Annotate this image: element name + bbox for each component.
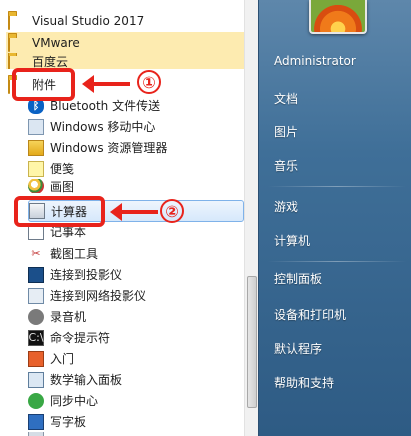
menu-item-label: 文档 — [274, 91, 299, 106]
item-label: 记事本 — [50, 226, 87, 239]
menu-item-label: 图片 — [274, 124, 299, 139]
menu-item-label: 控制面板 — [274, 271, 323, 286]
item-sync-center[interactable]: 同步中心 — [28, 390, 244, 411]
menu-item-label: 游戏 — [274, 199, 299, 214]
folder-icon — [8, 54, 24, 69]
menu-item-label: 计算机 — [274, 233, 311, 248]
item-mobility-center[interactable]: Windows 移动中心 — [28, 116, 244, 137]
wordpad-icon — [28, 413, 44, 430]
notepad-icon — [28, 226, 44, 240]
item-label: Windows 资源管理器 — [50, 141, 168, 155]
arrow-left-icon — [82, 75, 130, 93]
item-projector[interactable]: 连接到投影仪 — [28, 264, 244, 285]
explorer-icon — [28, 139, 44, 156]
menu-item-help-support[interactable]: 帮助和支持 — [268, 370, 406, 394]
menu-separator — [268, 186, 406, 187]
mobility-center-icon — [28, 118, 44, 135]
snipping-tool-icon: ✂ — [31, 247, 41, 260]
item-label: 连接到投影仪 — [50, 268, 123, 282]
folder-label: VMware — [32, 35, 80, 50]
callout-box-accessories — [12, 68, 75, 101]
item-label: 画图 — [50, 179, 75, 194]
item-getting-started[interactable]: 入门 — [28, 348, 244, 369]
scrollbar-thumb[interactable] — [247, 276, 257, 408]
menu-item-control-panel[interactable]: 控制面板 — [268, 266, 406, 290]
folder-icon — [8, 13, 24, 30]
sticky-notes-icon — [28, 160, 44, 177]
menu-item-default-programs[interactable]: 默认程序 — [268, 336, 406, 360]
item-math-input[interactable]: 数学输入面板 — [28, 369, 244, 390]
item-label: 录音机 — [50, 310, 87, 324]
item-label: 截图工具 — [50, 247, 99, 261]
step-number-1: ① — [137, 70, 161, 94]
right-menu-pane: Administrator 文档 图片 音乐 游戏 计算机 控制面板 设备和打印… — [258, 0, 411, 436]
folder-label: Visual Studio 2017 — [32, 13, 145, 28]
menu-item-devices-printers[interactable]: 设备和打印机 — [268, 302, 406, 326]
item-paint[interactable]: 画图 — [28, 179, 244, 193]
item-label: Windows 移动中心 — [50, 120, 156, 134]
math-input-icon — [28, 371, 44, 388]
user-picture[interactable] — [309, 0, 367, 34]
callout-box-calculator — [14, 196, 105, 227]
menu-item-pictures[interactable]: 图片 — [268, 119, 406, 143]
item-label: 入门 — [50, 352, 75, 366]
item-sticky-notes[interactable]: 便笺 — [28, 158, 244, 179]
item-label: 连接到网络投影仪 — [50, 289, 147, 303]
item-label: 便笺 — [50, 162, 75, 176]
program-icon — [28, 432, 44, 436]
menu-item-music[interactable]: 音乐 — [268, 153, 406, 177]
sync-center-icon — [28, 392, 44, 409]
item-label: 命令提示符 — [50, 331, 111, 345]
item-command-prompt[interactable]: C:\ 命令提示符 — [28, 327, 244, 348]
programs-scrollbar[interactable] — [244, 0, 258, 436]
menu-separator — [268, 261, 406, 262]
menu-item-label: 默认程序 — [274, 341, 323, 356]
item-next-partial — [28, 432, 244, 436]
item-label: 数学输入面板 — [50, 373, 123, 387]
folder-label: 百度云 — [32, 54, 69, 69]
menu-item-administrator[interactable]: Administrator — [268, 49, 406, 73]
item-notepad[interactable]: 记事本 — [28, 226, 244, 240]
arrow-left-icon — [110, 203, 158, 221]
step-number-2: ② — [160, 199, 184, 223]
item-sound-recorder[interactable]: 录音机 — [28, 306, 244, 327]
item-snipping-tool[interactable]: ✂ 截图工具 — [28, 243, 244, 264]
item-wordpad[interactable]: 写字板 — [28, 411, 244, 432]
item-label: 写字板 — [50, 415, 87, 429]
menu-item-label: Administrator — [274, 54, 356, 68]
command-prompt-icon: C:\ — [28, 329, 44, 346]
item-label: 同步中心 — [50, 394, 99, 408]
item-explorer[interactable]: Windows 资源管理器 — [28, 137, 244, 158]
menu-item-label: 音乐 — [274, 158, 299, 173]
item-network-projector[interactable]: 连接到网络投影仪 — [28, 285, 244, 306]
folder-baiduyun[interactable]: 百度云 — [6, 53, 244, 69]
menu-item-computer[interactable]: 计算机 — [268, 228, 406, 252]
folder-vmware[interactable]: VMware — [6, 32, 244, 53]
menu-item-documents[interactable]: 文档 — [268, 86, 406, 110]
menu-item-label: 设备和打印机 — [274, 307, 347, 322]
getting-started-icon — [28, 350, 44, 367]
menu-item-label: 帮助和支持 — [274, 375, 335, 390]
projector-icon — [28, 266, 44, 283]
network-projector-icon — [28, 287, 44, 304]
menu-item-games[interactable]: 游戏 — [268, 194, 406, 218]
paint-icon — [28, 179, 44, 193]
folder-icon — [8, 35, 24, 52]
sound-recorder-icon — [28, 308, 44, 325]
folder-visual-studio-2017[interactable]: Visual Studio 2017 — [6, 10, 244, 31]
